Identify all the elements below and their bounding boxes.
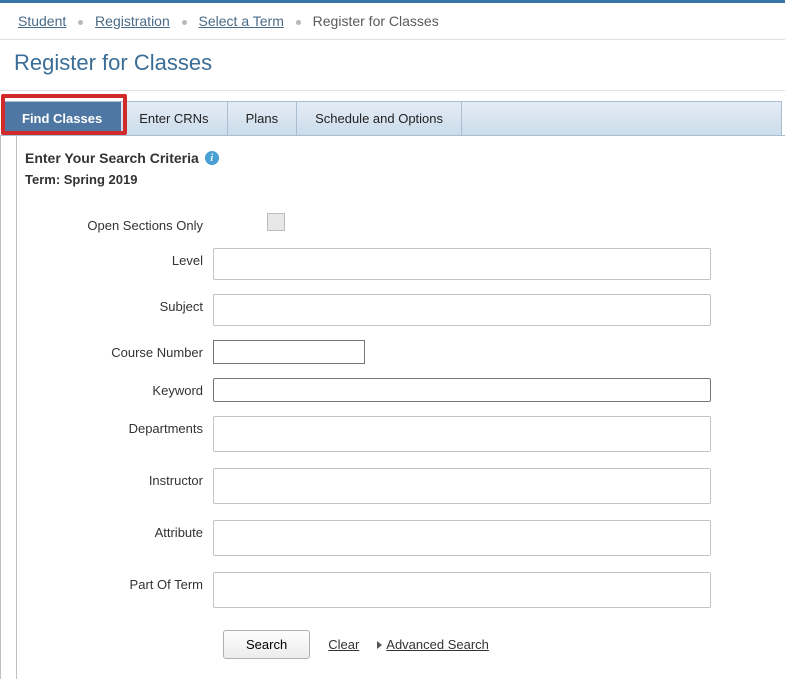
breadcrumb-current: Register for Classes: [313, 13, 439, 29]
advanced-search-toggle[interactable]: Advanced Search: [377, 637, 489, 652]
keyword-input[interactable]: [213, 378, 711, 402]
label-course-number: Course Number: [25, 340, 213, 360]
term-value: Spring 2019: [64, 172, 138, 187]
label-attribute: Attribute: [25, 520, 213, 540]
content-gutter: [0, 136, 17, 679]
label-departments: Departments: [25, 416, 213, 436]
search-button[interactable]: Search: [223, 630, 310, 659]
term-prefix: Term:: [25, 172, 64, 187]
tab-find-classes[interactable]: Find Classes: [4, 102, 121, 135]
label-keyword: Keyword: [25, 378, 213, 398]
breadcrumb: Student Registration Select a Term Regis…: [0, 3, 785, 39]
breadcrumb-separator: [296, 20, 301, 25]
tab-schedule-options[interactable]: Schedule and Options: [297, 102, 462, 135]
tab-plans[interactable]: Plans: [228, 102, 298, 135]
level-field[interactable]: [213, 248, 711, 280]
course-number-input[interactable]: [213, 340, 365, 364]
clear-link[interactable]: Clear: [328, 637, 359, 652]
breadcrumb-student[interactable]: Student: [18, 13, 66, 29]
breadcrumb-registration[interactable]: Registration: [95, 13, 170, 29]
breadcrumb-separator: [78, 20, 83, 25]
search-heading: Enter Your Search Criteria i: [25, 150, 777, 166]
advanced-search-label: Advanced Search: [386, 637, 489, 652]
attribute-field[interactable]: [213, 520, 711, 556]
open-sections-checkbox[interactable]: [267, 213, 285, 231]
search-heading-text: Enter Your Search Criteria: [25, 150, 199, 166]
part-of-term-field[interactable]: [213, 572, 711, 608]
breadcrumb-separator: [182, 20, 187, 25]
label-open-sections: Open Sections Only: [25, 213, 213, 233]
term-line: Term: Spring 2019: [25, 172, 777, 187]
departments-field[interactable]: [213, 416, 711, 452]
label-instructor: Instructor: [25, 468, 213, 488]
subject-field[interactable]: [213, 294, 711, 326]
info-icon[interactable]: i: [205, 151, 219, 165]
label-part-of-term: Part Of Term: [25, 572, 213, 592]
tabs-container: Find Classes Enter CRNs Plans Schedule a…: [0, 101, 785, 136]
page-title: Register for Classes: [14, 50, 771, 76]
page-title-container: Register for Classes: [0, 39, 785, 91]
label-subject: Subject: [25, 294, 213, 314]
breadcrumb-select-term[interactable]: Select a Term: [199, 13, 284, 29]
label-level: Level: [25, 248, 213, 268]
caret-right-icon: [377, 641, 382, 649]
tab-enter-crns[interactable]: Enter CRNs: [121, 102, 227, 135]
instructor-field[interactable]: [213, 468, 711, 504]
